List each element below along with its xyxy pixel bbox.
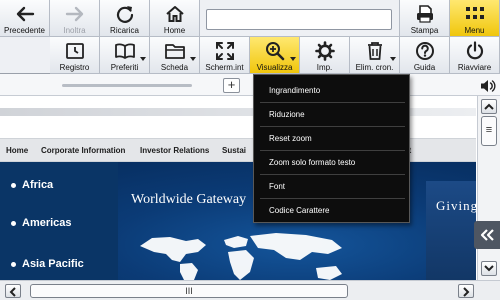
restart-button[interactable]: Riavviare (450, 37, 500, 74)
back-button[interactable]: Precedente (0, 0, 50, 37)
region-label: Africa (22, 179, 54, 191)
history-label: Registro (59, 63, 90, 72)
printer-icon (414, 3, 436, 24)
menu-item-zoom-in[interactable]: Ingrandimento (260, 79, 405, 103)
nav-sustainability[interactable]: Sustai (222, 146, 246, 155)
caret-down-icon (290, 57, 296, 61)
chevron-right-icon (463, 287, 470, 297)
help-icon (414, 40, 436, 61)
menu-button[interactable]: Menu (450, 0, 500, 37)
region-asia-pacific[interactable]: Asia Pacific (11, 258, 84, 270)
region-label: Americas (22, 217, 72, 229)
bookmarks-label: Preferiti (110, 63, 139, 72)
region-africa[interactable]: Africa (11, 179, 53, 191)
help-label: Guida (413, 63, 436, 72)
world-map-graphic (140, 233, 342, 280)
print-label: Stampa (410, 26, 439, 35)
address-input[interactable] (206, 9, 392, 30)
reload-icon (114, 3, 136, 24)
bullet-icon (11, 220, 16, 226)
region-americas[interactable]: Americas (11, 217, 72, 229)
reload-label: Ricarica (110, 26, 139, 35)
giving-heading: Giving (436, 198, 476, 213)
scroll-left-button[interactable] (5, 284, 21, 298)
hero-title: Worldwide Gateway (131, 192, 247, 207)
nav-investor-relations[interactable]: Investor Relations (140, 146, 209, 155)
view-dropdown-menu: Ingrandimento Riduzione Reset zoom Zoom … (253, 74, 410, 223)
history-button[interactable]: Registro (50, 37, 100, 74)
scroll-up-button[interactable] (481, 99, 497, 114)
trash-icon (364, 40, 386, 61)
home-label: Home (163, 26, 186, 35)
menu-item-reset-zoom[interactable]: Reset zoom (260, 127, 405, 151)
speaker-icon[interactable] (480, 78, 496, 94)
menu-item-text-zoom[interactable]: Zoom solo formato testo (260, 151, 405, 175)
vertical-scrollbar[interactable]: ≡ (477, 96, 500, 280)
history-icon (64, 40, 86, 61)
caret-down-icon (190, 57, 196, 61)
gear-icon (314, 40, 336, 61)
forward-label: Inoltra (63, 26, 86, 35)
clear-history-label: Elim. cron. (355, 63, 394, 72)
arrow-left-icon (14, 3, 36, 24)
forward-button[interactable]: Inoltra (50, 0, 100, 37)
nav-home[interactable]: Home (6, 146, 28, 155)
giving-panel (426, 181, 476, 280)
double-chevron-left-icon (480, 229, 494, 241)
back-label: Precedente (4, 26, 45, 35)
menu-item-font[interactable]: Font (260, 175, 405, 199)
folder-icon (164, 40, 186, 61)
book-icon (114, 40, 136, 61)
horizontal-scrollbar[interactable]: III (0, 280, 500, 300)
bookmarks-button[interactable]: Preferiti (100, 37, 150, 74)
region-list: Africa Americas Asia Pacific (0, 162, 118, 280)
chevron-up-icon (484, 103, 494, 110)
print-button[interactable]: Stampa (400, 0, 450, 37)
horizontal-scroll-thumb[interactable]: III (30, 284, 348, 298)
active-tab-title[interactable] (62, 84, 192, 87)
bullet-icon (11, 182, 16, 188)
view-label: Visualizza (256, 63, 293, 72)
fullscreen-icon (214, 40, 236, 61)
caret-down-icon (390, 57, 396, 61)
fullscreen-button[interactable]: Scherm.int (200, 37, 250, 74)
side-panel-toggle[interactable] (474, 221, 500, 249)
scroll-right-button[interactable] (458, 284, 474, 298)
reload-button[interactable]: Ricarica (100, 0, 150, 37)
zoom-icon (264, 40, 286, 61)
menu-item-encoding[interactable]: Codice Carattere (260, 199, 405, 223)
power-icon (464, 40, 486, 61)
view-button[interactable]: Visualizza (250, 37, 300, 74)
home-icon (164, 3, 186, 24)
browser-toolbar: Precedente Inoltra Ricarica Home Stampa … (0, 0, 500, 74)
scroll-down-button[interactable] (481, 261, 497, 276)
nav-corporate-information[interactable]: Corporate Information (41, 146, 125, 155)
chevron-down-icon (484, 265, 494, 272)
new-tab-button[interactable]: + (223, 78, 240, 93)
tabs-label: Scheda (160, 63, 189, 72)
menu-item-zoom-out[interactable]: Riduzione (260, 103, 405, 127)
restart-label: Riavviare (457, 63, 492, 72)
fullscreen-label: Scherm.int (205, 63, 244, 72)
home-button[interactable]: Home (150, 0, 200, 37)
grid-icon (464, 3, 486, 24)
settings-button[interactable]: Imp. (300, 37, 350, 74)
arrow-right-icon (64, 3, 86, 24)
help-button[interactable]: Guida (400, 37, 450, 74)
region-label: Asia Pacific (22, 258, 84, 270)
settings-label: Imp. (316, 63, 333, 72)
caret-down-icon (140, 57, 146, 61)
menu-label: Menu (464, 26, 485, 35)
bullet-icon (11, 261, 16, 267)
tabs-button[interactable]: Scheda (150, 37, 200, 74)
vertical-scroll-thumb[interactable]: ≡ (481, 116, 497, 146)
clear-history-button[interactable]: Elim. cron. (350, 37, 400, 74)
chevron-left-icon (9, 287, 16, 297)
tab-strip (0, 74, 500, 96)
